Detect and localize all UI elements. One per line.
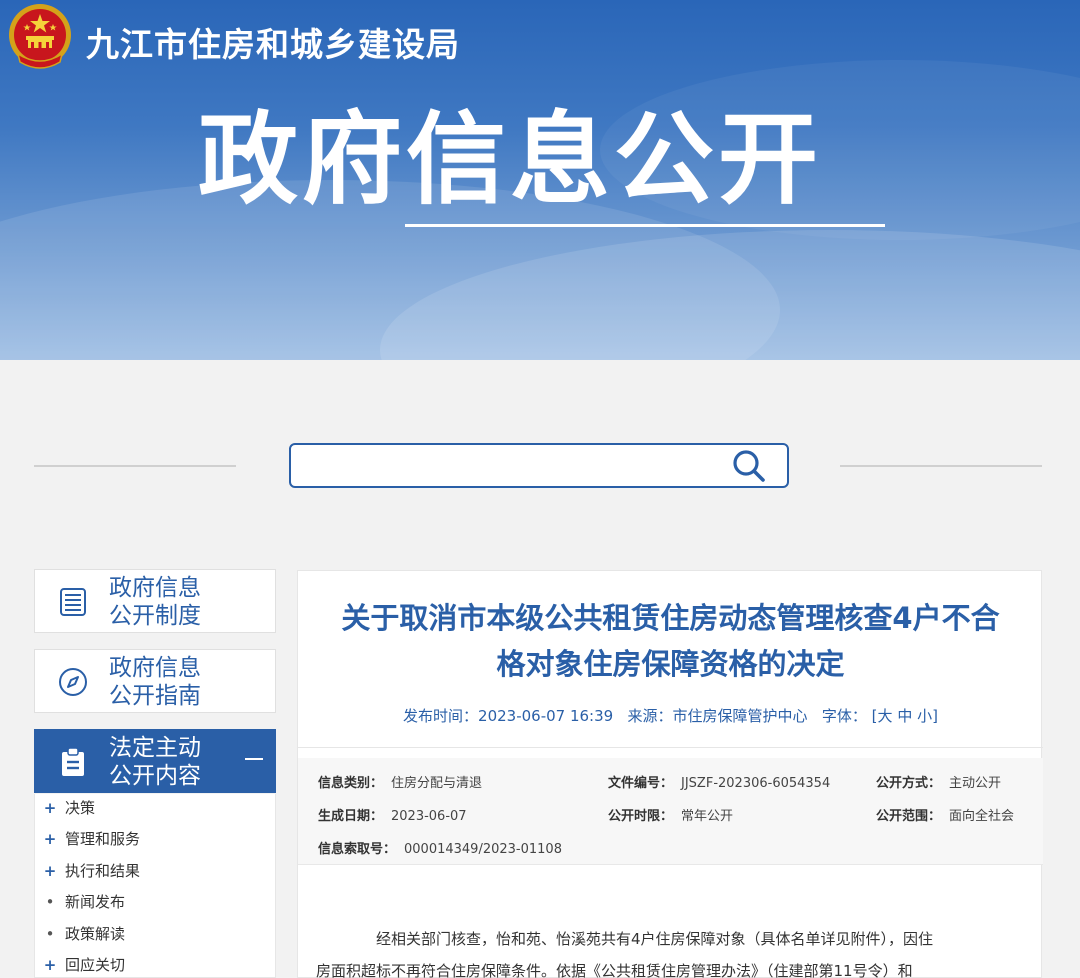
sidebar-item-disclosure-guide[interactable]: 政府信息 公开指南 — [34, 649, 276, 713]
source-label: 来源： — [627, 707, 673, 725]
sidebar-item-disclosure-system[interactable]: 政府信息 公开制度 — [34, 569, 276, 633]
info-key: 生成日期： — [318, 809, 384, 824]
info-key: 公开方式： — [876, 776, 942, 791]
sidebar-item-label: 法定主动 公开内容 — [109, 734, 201, 790]
search-icon[interactable] — [730, 447, 768, 485]
info-key: 信息类别： — [318, 776, 384, 791]
hero-underline — [405, 224, 885, 227]
expand-icon[interactable]: + — [43, 955, 57, 975]
font-large-button[interactable]: 大 — [878, 707, 893, 725]
info-value: 000014349/2023-01108 — [404, 842, 562, 857]
search-box[interactable] — [289, 443, 789, 488]
article-title-line: 格对象住房保障资格的决定 — [496, 647, 845, 681]
sidebar-item-statutory-content[interactable]: 法定主动 公开内容 — [34, 729, 276, 793]
info-date: 生成日期： 2023-06-07 — [318, 805, 467, 824]
sidebar-sub-item-execution[interactable]: + 执行和结果 — [44, 861, 141, 881]
sidebar-sub-item-policy-interpretation[interactable]: • 政策解读 — [46, 924, 126, 944]
site-name[interactable]: 九江市住房和城乡建设局 — [86, 18, 460, 66]
search-input[interactable] — [303, 453, 723, 479]
font-medium-button[interactable]: 中 — [897, 707, 912, 725]
divider — [298, 747, 1043, 748]
expand-icon[interactable]: + — [43, 861, 57, 881]
publish-label: 发布时间： — [403, 707, 479, 725]
header-banner: 九江市住房和城乡建设局 政府信息公开 — [0, 0, 1080, 360]
sidebar-label-line: 政府信息 — [109, 575, 201, 601]
sidebar-label-line: 政府信息 — [109, 655, 201, 681]
info-key: 公开时限： — [608, 809, 674, 824]
info-value: 常年公开 — [681, 809, 734, 824]
info-value: JJSZF-202306-6054354 — [681, 776, 831, 791]
sidebar-label-line: 公开制度 — [109, 603, 201, 629]
info-scope: 公开范围： 面向全社会 — [876, 805, 1014, 824]
bullet-icon: • — [45, 925, 55, 943]
info-period: 公开时限： 常年公开 — [608, 805, 733, 824]
info-value: 住房分配与清退 — [391, 776, 483, 791]
info-value: 面向全社会 — [949, 809, 1015, 824]
document-list-icon — [60, 588, 86, 616]
sidebar-sub-list: + 决策 + 管理和服务 + 执行和结果 • 新闻发布 • 政策解读 + 回应关… — [34, 794, 276, 978]
info-method: 公开方式： 主动公开 — [876, 772, 1001, 791]
sidebar-sub-item-label: 决策 — [65, 799, 96, 817]
sidebar-sub-item-news[interactable]: • 新闻发布 — [46, 892, 126, 912]
article-title: 关于取消市本级公共租赁住房动态管理核查4户不合 格对象住房保障资格的决定 — [298, 595, 1043, 687]
search-divider-left — [34, 465, 236, 467]
sidebar-label-line: 公开指南 — [109, 683, 201, 709]
source-value: 市住房保障管护中心 — [672, 707, 808, 725]
article-panel: 关于取消市本级公共租赁住房动态管理核查4户不合 格对象住房保障资格的决定 发布时… — [297, 570, 1043, 978]
article-body-line: 经相关部门核查，怡和苑、怡溪苑共有4户住房保障对象（具体名单详见附件），因住 — [376, 930, 934, 948]
info-table: 信息类别： 住房分配与清退 文件编号： JJSZF-202306-6054354 公… — [298, 758, 1043, 865]
article-body-line: 房面积超标不再符合住房保障条件。依据《公共租赁住房管理办法》（住建部第11号令）… — [316, 962, 913, 978]
article-body: 经相关部门核查，怡和苑、怡溪苑共有4户住房保障对象（具体名单详见附件），因住房面… — [316, 923, 996, 978]
publish-time: 2023-06-07 16:39 — [478, 707, 614, 725]
expand-icon[interactable]: + — [43, 798, 57, 818]
article-title-line: 关于取消市本级公共租赁住房动态管理核查4户不合 — [341, 601, 1000, 635]
info-key: 公开范围： — [876, 809, 942, 824]
article-paragraph: 经相关部门核查，怡和苑、怡溪苑共有4户住房保障对象（具体名单详见附件），因住房面… — [316, 923, 996, 978]
national-emblem-icon[interactable] — [6, 2, 74, 72]
font-small-button[interactable]: 小 — [917, 707, 932, 725]
sidebar-sub-item-label: 新闻发布 — [65, 893, 126, 911]
sidebar-sub-item-decision[interactable]: + 决策 — [44, 798, 96, 818]
article-meta: 发布时间：2023-06-07 16:39 来源：市住房保障管护中心 字体： [… — [298, 705, 1043, 726]
info-key: 信息索取号： — [318, 842, 397, 857]
sidebar-sub-item-label: 政策解读 — [65, 925, 126, 943]
bullet-icon: • — [45, 893, 55, 911]
search-divider-right — [840, 465, 1042, 467]
sidebar-sub-item-response[interactable]: + 回应关切 — [44, 955, 126, 975]
info-category: 信息类别： 住房分配与清退 — [318, 772, 482, 791]
sidebar-sub-item-management[interactable]: + 管理和服务 — [44, 829, 141, 849]
info-key: 文件编号： — [608, 776, 674, 791]
sidebar-item-label: 政府信息 公开指南 — [109, 654, 201, 710]
font-size-label: 字体： — [821, 707, 867, 725]
compass-icon — [59, 668, 87, 696]
collapse-icon[interactable] — [245, 758, 263, 760]
info-doc-number: 文件编号： JJSZF-202306-6054354 — [608, 772, 830, 791]
info-value: 主动公开 — [949, 776, 1002, 791]
clipboard-icon — [62, 747, 84, 776]
sidebar-sub-item-label: 执行和结果 — [65, 862, 141, 880]
sidebar-sub-item-label: 管理和服务 — [65, 830, 141, 848]
sidebar-label-line: 公开内容 — [109, 763, 201, 789]
sidebar-item-label: 政府信息 公开制度 — [109, 574, 201, 630]
sidebar-label-line: 法定主动 — [109, 735, 201, 761]
expand-icon[interactable]: + — [43, 829, 57, 849]
font-bracket-close: ] — [932, 707, 938, 725]
sidebar-sub-item-label: 回应关切 — [65, 956, 126, 974]
page-hero-title: 政府信息公开 — [198, 101, 822, 218]
info-index-number: 信息索取号： 000014349/2023-01108 — [318, 838, 562, 857]
info-value: 2023-06-07 — [391, 809, 467, 824]
